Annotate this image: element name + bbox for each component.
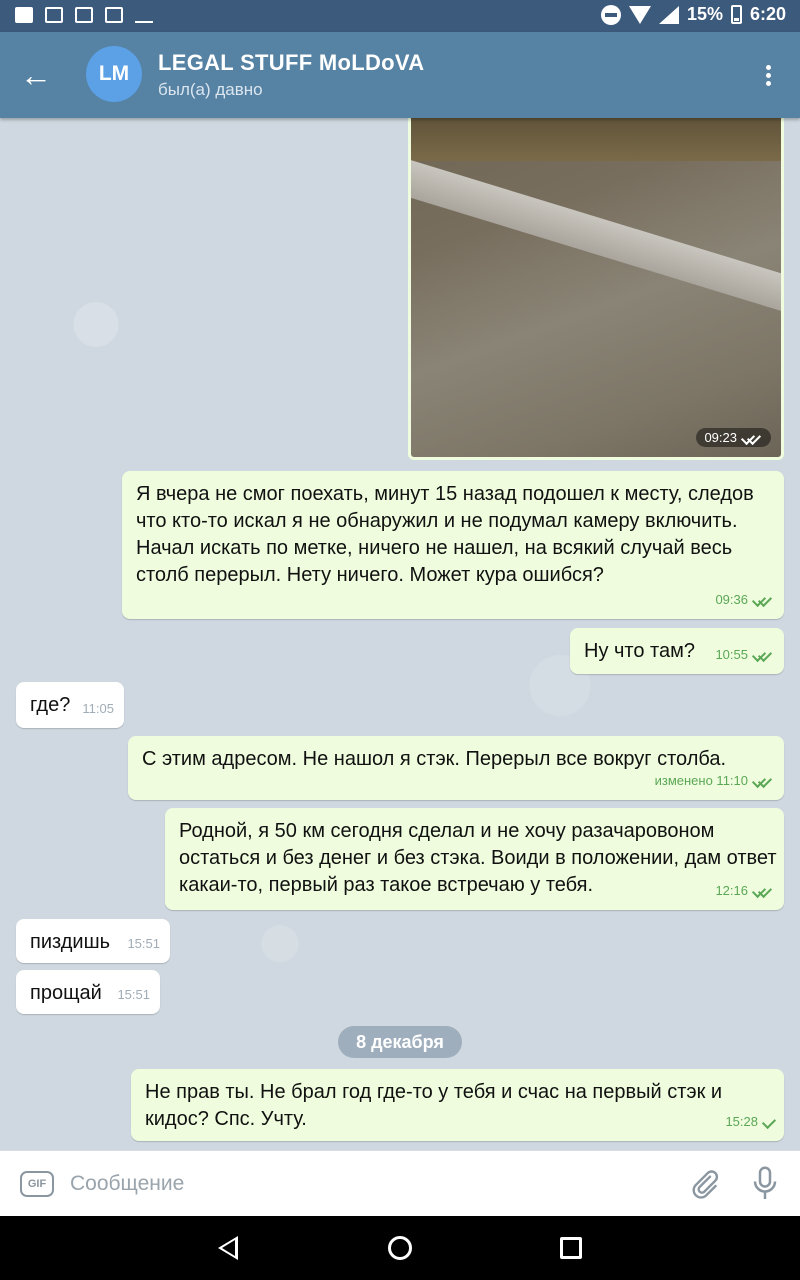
photo-time: 09:23 bbox=[696, 428, 771, 447]
image-icon bbox=[74, 6, 94, 24]
chat-title[interactable]: LEGAL STUFF MoLDoVA bbox=[158, 50, 424, 76]
message-bubble-out[interactable]: С этим адресом. Не нашол я стэк. Перерыл… bbox=[128, 736, 784, 800]
alert-icon bbox=[44, 6, 64, 24]
double-check-icon bbox=[752, 775, 774, 787]
message-time: 15:51 bbox=[117, 987, 150, 1002]
message-bubble-in[interactable]: где? 11:05 bbox=[16, 682, 124, 728]
battery-percent: 15% bbox=[686, 4, 723, 24]
message-meta: 15:51 bbox=[127, 930, 160, 957]
system-status: 15% 6:20 bbox=[600, 4, 786, 25]
do-not-disturb-icon bbox=[600, 4, 621, 25]
clock: 6:20 bbox=[749, 4, 786, 24]
chat-header: ← LM LEGAL STUFF MoLDoVA был(а) давно bbox=[0, 32, 800, 118]
android-nav-bar bbox=[0, 1216, 800, 1280]
double-check-icon bbox=[752, 594, 774, 606]
nav-back-icon[interactable] bbox=[218, 1236, 238, 1260]
avatar[interactable]: LM bbox=[86, 46, 142, 102]
message-meta: 15:51 bbox=[117, 981, 150, 1008]
message-input[interactable] bbox=[70, 1169, 670, 1199]
message-bubble-out[interactable]: Я вчера не смог поехать, минут 15 назад … bbox=[122, 471, 784, 619]
message-bubble-out[interactable]: Родной, я 50 км сегодня сделал и не хочу… bbox=[165, 808, 784, 910]
message-time: 11:05 bbox=[82, 701, 114, 716]
message-list[interactable]: 09:23 Я вчера не смог поехать, минут 15 … bbox=[0, 118, 800, 1150]
more-options-icon[interactable] bbox=[754, 57, 782, 93]
status-bar: 15% 6:20 bbox=[0, 0, 800, 32]
back-arrow-icon[interactable]: ← bbox=[18, 57, 54, 93]
microphone-icon[interactable] bbox=[750, 1165, 780, 1203]
last-seen-status: был(а) давно bbox=[158, 80, 263, 99]
checklist-icon bbox=[134, 6, 154, 24]
photo-grass bbox=[411, 118, 781, 161]
gif-button[interactable]: GIF bbox=[20, 1171, 54, 1197]
message-time: 12:16 bbox=[715, 883, 748, 898]
message-meta: 15:28 bbox=[725, 1108, 774, 1135]
double-check-icon bbox=[752, 649, 774, 661]
message-bubble-in[interactable]: пиздишь 15:51 bbox=[16, 919, 170, 963]
message-text: Я вчера не смог поехать, минут 15 назад … bbox=[136, 483, 754, 586]
gmail-icon bbox=[104, 6, 124, 24]
message-text: Ну что там? bbox=[584, 640, 695, 662]
message-text: Не прав ты. Не брал год где-то у тебя и … bbox=[145, 1081, 723, 1130]
message-meta: 10:55 bbox=[715, 641, 774, 668]
message-composer: GIF bbox=[0, 1150, 800, 1216]
message-time: 09:36 bbox=[715, 592, 748, 607]
message-text: пиздишь bbox=[30, 931, 111, 953]
message-meta: 11:05 bbox=[82, 695, 114, 722]
double-check-icon bbox=[752, 885, 774, 897]
date-separator: 8 декабря bbox=[338, 1026, 462, 1058]
facebook-icon bbox=[14, 6, 34, 24]
wifi-icon bbox=[628, 5, 651, 24]
message-time: изменено 11:10 bbox=[654, 773, 748, 788]
photo-time-label: 09:23 bbox=[704, 430, 737, 445]
message-text: где? bbox=[30, 694, 71, 716]
single-check-icon bbox=[762, 1116, 774, 1128]
message-meta: 09:36 bbox=[715, 586, 774, 613]
signal-icon bbox=[658, 5, 679, 24]
message-bubble-out[interactable]: Не прав ты. Не брал год где-то у тебя и … bbox=[131, 1069, 784, 1141]
message-meta: 12:16 bbox=[715, 877, 774, 904]
message-meta: изменено 11:10 bbox=[655, 767, 774, 794]
message-time: 10:55 bbox=[715, 647, 748, 662]
photo-curb bbox=[411, 151, 781, 320]
photo-message[interactable]: 09:23 bbox=[408, 118, 784, 460]
message-bubble-out[interactable]: Ну что там? 10:55 bbox=[570, 628, 784, 674]
nav-recents-icon[interactable] bbox=[560, 1237, 582, 1259]
message-text: прощай bbox=[30, 982, 102, 1004]
message-text: Родной, я 50 км сегодня сделал и не хочу… bbox=[179, 820, 777, 896]
attach-paperclip-icon[interactable] bbox=[688, 1168, 720, 1200]
message-time: 15:28 bbox=[725, 1114, 758, 1129]
notification-icons bbox=[14, 6, 154, 24]
battery-icon bbox=[730, 5, 742, 24]
message-bubble-in[interactable]: прощай 15:51 bbox=[16, 970, 160, 1014]
double-check-icon bbox=[741, 432, 763, 444]
message-time: 15:51 bbox=[127, 936, 160, 951]
nav-home-icon[interactable] bbox=[388, 1236, 412, 1260]
